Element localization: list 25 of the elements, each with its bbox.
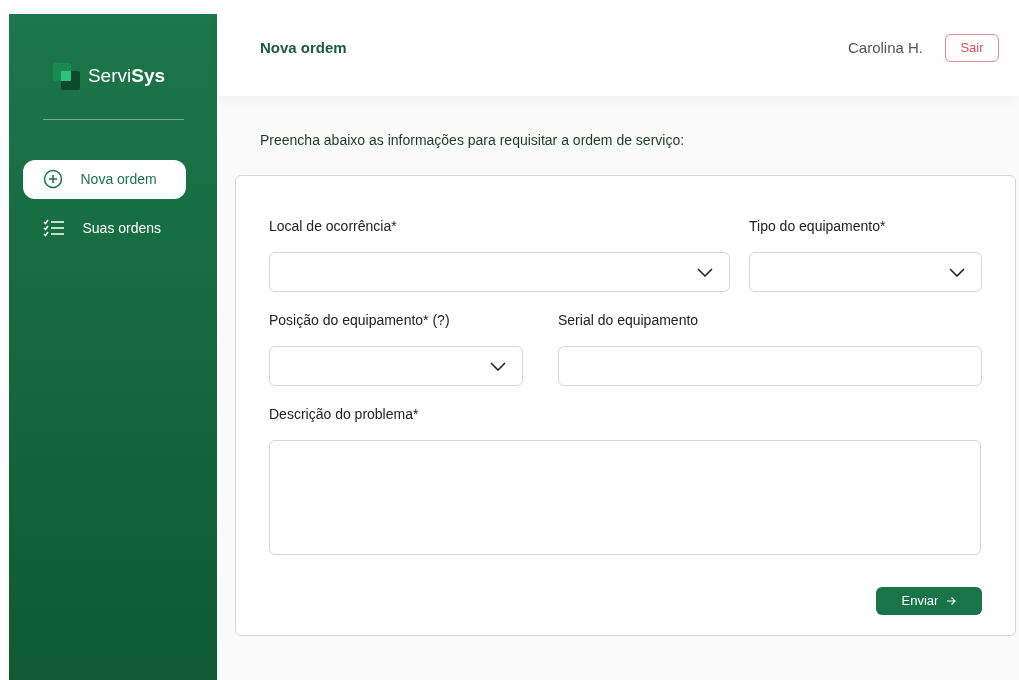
dropdown-field[interactable] [749, 252, 982, 292]
logo-icon [52, 62, 80, 90]
chevron-down-icon [490, 361, 506, 371]
chevron-down-icon [949, 267, 965, 277]
field-label: Posição do equipamento* (?) [269, 311, 451, 330]
dropdown-field[interactable] [269, 252, 730, 292]
arrow-right-icon [946, 596, 957, 606]
brand-name: ServiSys [87, 64, 166, 88]
text-area[interactable] [269, 440, 981, 555]
field-label: Tipo do equipamento* [749, 217, 887, 236]
chevron-down-icon [697, 267, 713, 277]
checklist-icon [42, 219, 65, 237]
user-name: Carolina H. [847, 37, 923, 58]
nav-item[interactable]: Nova ordem [22, 159, 186, 199]
input-field[interactable] [558, 346, 982, 386]
page-title: Nova ordem [260, 37, 347, 58]
nav-item[interactable]: Suas ordens [22, 208, 186, 248]
logout-button[interactable]: Sair [945, 34, 999, 62]
field-label: Serial do equipamento [558, 311, 700, 330]
plus-circle-icon [42, 169, 63, 189]
field-label: Local de ocorrência* [269, 217, 398, 236]
intro-text: Preencha abaixo as informações para requisitar a ordem de serviço: [260, 131, 686, 150]
submit-button[interactable]: Enviar [876, 587, 982, 615]
field-label: Descrição do problema* [269, 405, 420, 424]
dropdown-field[interactable] [269, 346, 523, 386]
